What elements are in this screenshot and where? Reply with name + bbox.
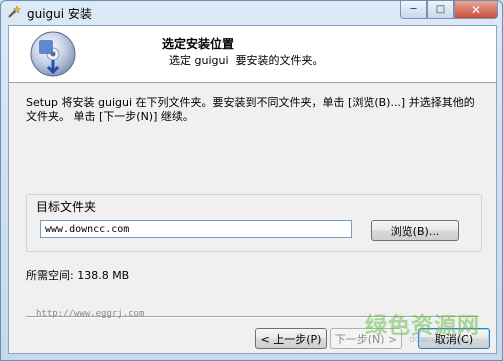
maximize-icon: □ [435,4,446,15]
next-button[interactable]: 下一步(N) > [330,328,402,349]
caption-buttons: ─ □ ✕ [400,1,498,19]
minimize-icon: ─ [410,4,417,15]
maximize-button[interactable]: □ [427,1,454,19]
page-title: 选定安装位置 [162,37,235,51]
minimize-button[interactable]: ─ [400,1,427,19]
installer-window: guigui 安装 ─ □ ✕ 选定安装位置 选定 guigui 要安装的文件夹… [0,0,503,361]
space-required: 所需空间: 138.8 MB [26,269,130,282]
wizard-page: 选定安装位置 选定 guigui 要安装的文件夹。 Setup 将安装 guig… [8,25,497,354]
title-bar[interactable]: guigui 安装 ─ □ ✕ [1,1,502,25]
destination-path-input[interactable] [40,220,352,238]
installer-wand-icon [8,5,21,18]
install-description: Setup 将安装 guigui 在下列文件夹。要安装到不同文件夹，单击 [浏览… [26,96,475,123]
close-button[interactable]: ✕ [454,1,498,19]
cancel-button[interactable]: 取消(C) [418,328,490,349]
back-button[interactable]: < 上一步(P) [255,328,327,349]
browse-button[interactable]: 浏览(B)... [371,220,459,241]
wizard-header: 选定安装位置 选定 guigui 要安装的文件夹。 [9,26,496,83]
window-title: guigui 安装 [27,7,92,21]
page-subtitle: 选定 guigui 要安装的文件夹。 [169,54,324,67]
disc-install-icon [30,31,76,77]
destination-folder-label: 目标文件夹 [34,198,99,215]
branding-url: http://www.eggrj.com [36,309,145,319]
close-icon: ✕ [470,2,482,17]
